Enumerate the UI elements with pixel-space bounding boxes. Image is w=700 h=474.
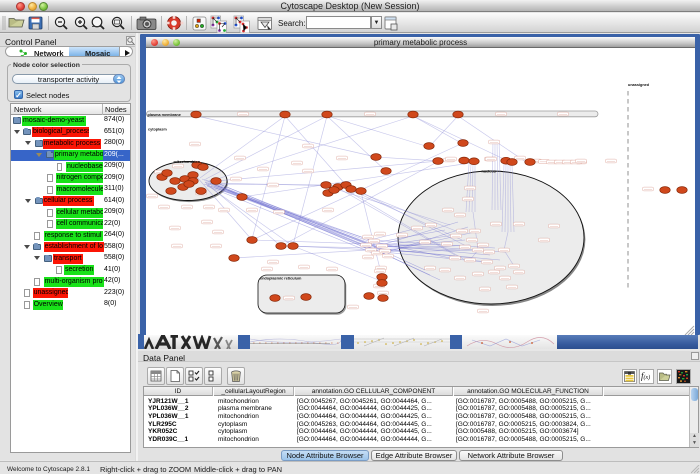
svg-text:cytoplasm: cytoplasm: [148, 128, 167, 132]
svg-text:nucleus: nucleus: [482, 170, 496, 174]
svg-text:plasma membrane: plasma membrane: [148, 113, 181, 117]
svg-text:unassigned: unassigned: [628, 83, 650, 87]
svg-text:endoplasmic reticulum: endoplasmic reticulum: [260, 277, 302, 281]
svg-text:mitochondrion: mitochondrion: [174, 160, 201, 164]
